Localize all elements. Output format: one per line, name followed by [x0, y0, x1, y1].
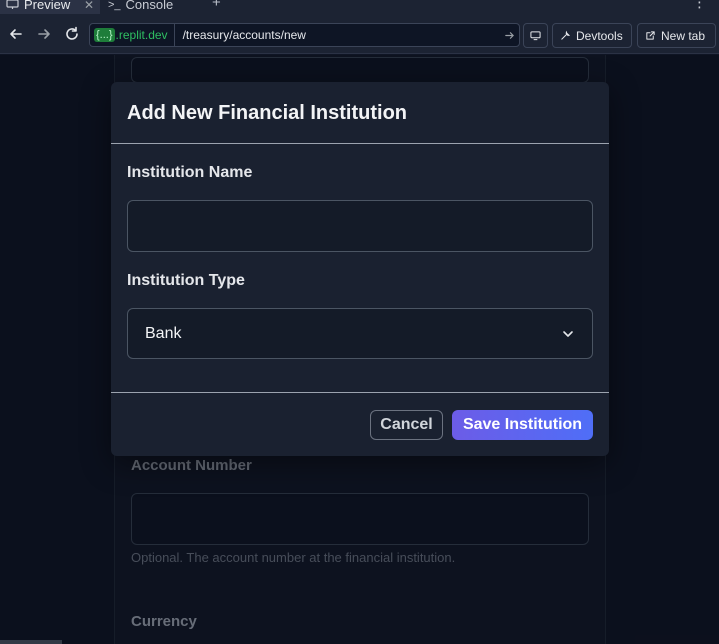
- chevron-down-icon: [563, 330, 573, 337]
- institution-type-select[interactable]: Bank: [127, 308, 593, 359]
- new-tab-button[interactable]: New tab: [637, 23, 716, 48]
- arrow-left-icon: [10, 29, 22, 39]
- footer-divider: [111, 392, 609, 393]
- add-institution-dialog: Add New Financial Institution Institutio…: [111, 82, 609, 456]
- header-divider: [111, 143, 609, 144]
- devtools-button[interactable]: Devtools: [552, 23, 632, 48]
- tab-console-label: Console: [125, 0, 174, 12]
- institution-type-value: Bank: [145, 324, 182, 342]
- cancel-button[interactable]: Cancel: [370, 410, 443, 440]
- institution-name-label: Institution Name: [127, 164, 253, 181]
- browser-toolbar: {...} .replit.dev /treasury/accounts/new…: [0, 14, 719, 54]
- tab-console[interactable]: >_ Console: [108, 0, 200, 14]
- browser-tab-strip: Preview ✕ >_ Console + ⋮: [0, 0, 719, 14]
- screen-icon: [530, 31, 541, 41]
- save-institution-button[interactable]: Save Institution: [452, 410, 593, 440]
- add-tab-icon[interactable]: +: [212, 0, 221, 11]
- dialog-title: Add New Financial Institution: [127, 102, 407, 124]
- url-path: /treasury/accounts/new: [182, 28, 306, 42]
- forward-button[interactable]: [35, 25, 53, 43]
- back-button[interactable]: [7, 25, 25, 43]
- refresh-icon: [66, 26, 78, 40]
- tab-preview-label: Preview: [24, 0, 71, 12]
- terminal-icon: >_: [108, 0, 121, 11]
- close-tab-icon[interactable]: ✕: [84, 0, 94, 12]
- reload-button[interactable]: [63, 25, 81, 43]
- tab-preview[interactable]: Preview ✕: [0, 0, 100, 14]
- screen-button[interactable]: [523, 23, 548, 48]
- url-domain: {...} .replit.dev: [90, 24, 175, 46]
- arrow-right-icon: [38, 29, 50, 39]
- wrench-icon: [561, 30, 571, 40]
- url-badge: {...}: [94, 28, 115, 42]
- external-link-icon: [646, 31, 655, 40]
- institution-type-label: Institution Type: [127, 272, 245, 289]
- institution-name-input[interactable]: [127, 200, 593, 252]
- devtools-label: Devtools: [576, 28, 623, 43]
- new-tab-label: New tab: [661, 28, 706, 43]
- more-options-icon[interactable]: ⋮: [692, 0, 707, 11]
- url-domain-text: .replit.dev: [115, 28, 168, 42]
- address-bar[interactable]: {...} .replit.dev /treasury/accounts/new: [89, 23, 520, 47]
- monitor-icon: [6, 0, 19, 9]
- go-arrow-icon[interactable]: [499, 30, 519, 41]
